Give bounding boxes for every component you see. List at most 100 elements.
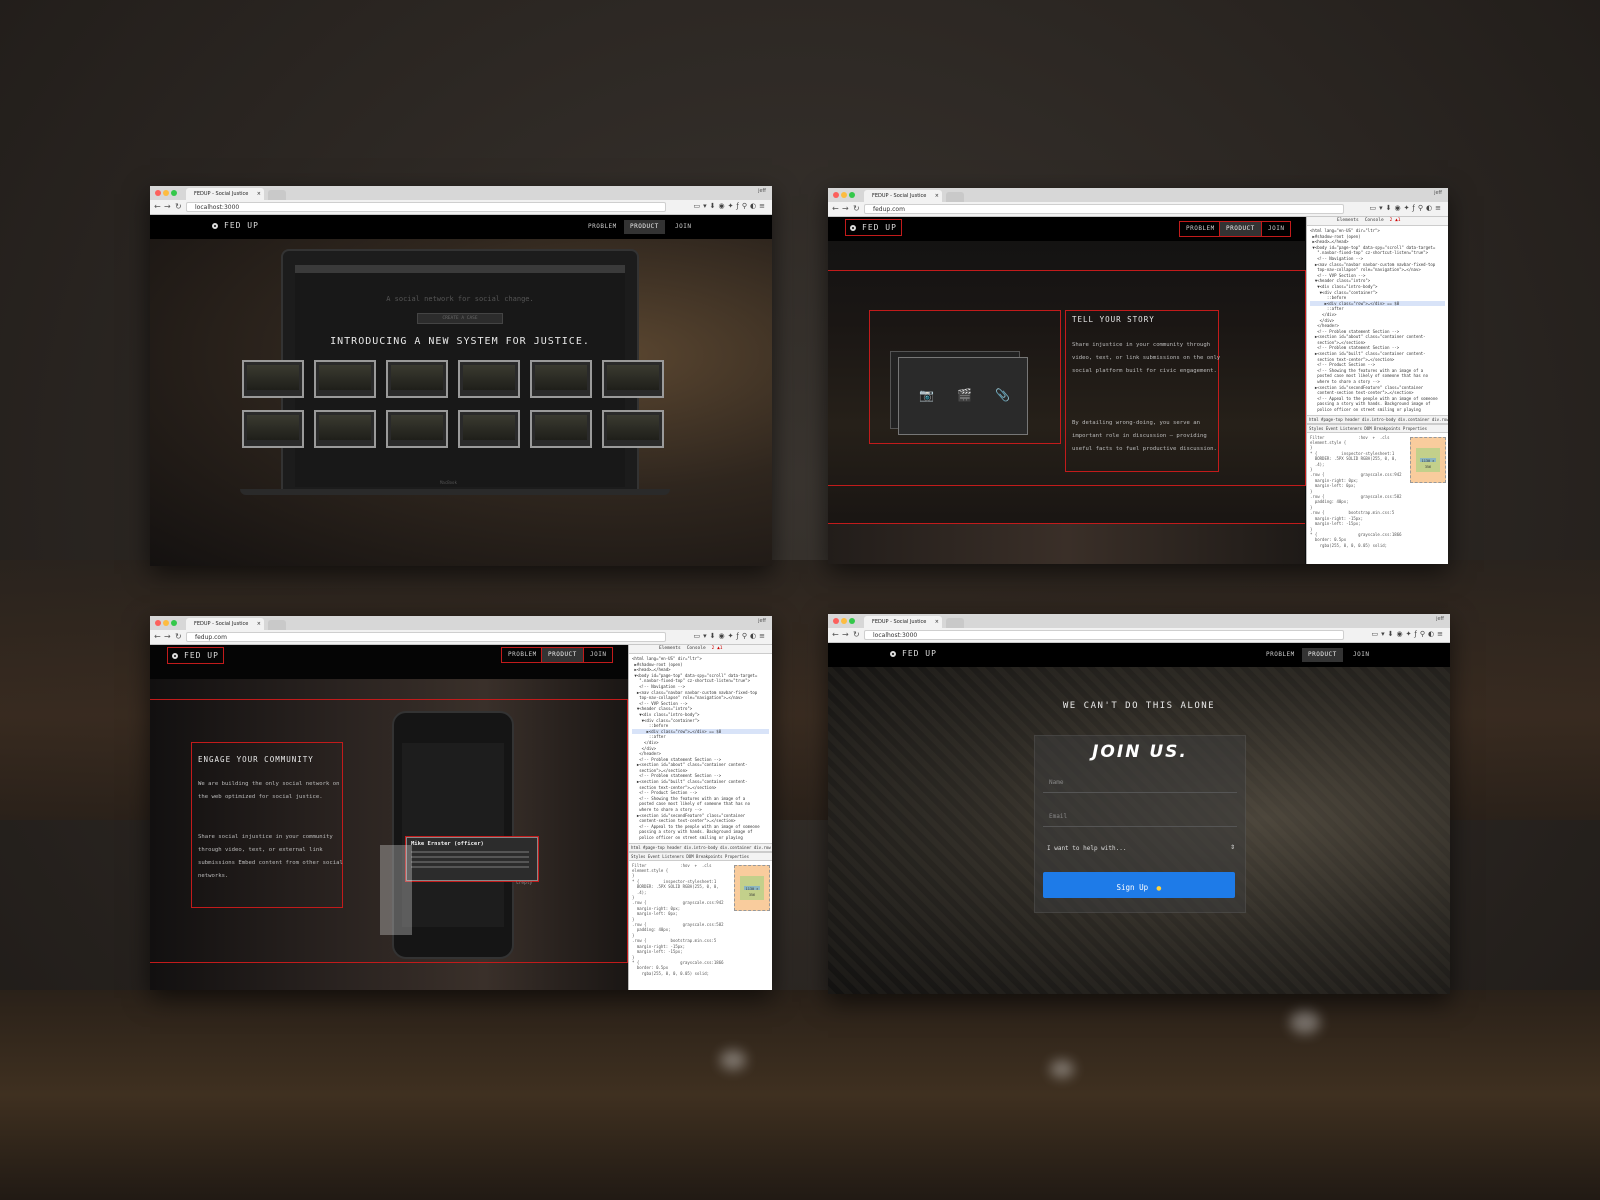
close-window-button[interactable] (833, 192, 839, 198)
help-select[interactable]: I want to help with... ⇕ (1043, 840, 1237, 858)
new-tab-button[interactable] (268, 190, 286, 200)
browser-tab[interactable]: FEDUP - Social Justice × (186, 618, 264, 630)
case-card[interactable] (386, 360, 448, 398)
nav-product[interactable]: PRODUCT (624, 220, 665, 234)
case-card[interactable] (386, 410, 448, 448)
minimize-window-button[interactable] (841, 192, 847, 198)
case-card[interactable] (242, 360, 304, 398)
nav-product[interactable]: PRODUCT (1302, 648, 1343, 662)
browser-tab[interactable]: FEDUP - Social Justice × (864, 190, 942, 202)
close-tab-icon[interactable]: × (935, 616, 939, 628)
devtools-tab-elements[interactable]: Elements (1337, 218, 1359, 223)
styles-subtabs[interactable]: Styles Event Listeners DOM Breakpoints P… (1307, 423, 1448, 433)
forward-icon[interactable]: → (164, 632, 171, 642)
reload-icon[interactable]: ↻ (853, 204, 860, 214)
devtools-tab-elements[interactable]: Elements (659, 646, 681, 651)
dom-breadcrumb[interactable]: html #page-top header div.intro-body div… (629, 842, 772, 852)
forward-icon[interactable]: → (164, 202, 171, 212)
nav-problem[interactable]: PROBLEM (1260, 648, 1301, 662)
address-bar[interactable]: localhost:3000 (186, 202, 666, 212)
close-tab-icon[interactable]: × (257, 188, 261, 200)
nav-product[interactable]: PRODUCT (541, 647, 584, 663)
reload-icon[interactable]: ↻ (175, 632, 182, 642)
attachment-icon[interactable]: 📎 (995, 388, 1010, 402)
nav-join[interactable]: JOIN (1347, 648, 1375, 662)
back-icon[interactable]: ← (832, 204, 839, 214)
extension-icons[interactable]: ▭▾⬇◉✦ƒ⚲◐≡ (693, 202, 768, 210)
case-card[interactable] (602, 410, 664, 448)
address-bar[interactable]: localhost:3000 (864, 630, 1344, 640)
minimize-window-button[interactable] (841, 618, 847, 624)
profile-name[interactable]: jeff (758, 618, 766, 624)
devtools-error-badge[interactable]: 2 ▲1 (1390, 218, 1401, 223)
video-icon[interactable]: 🎬 (957, 388, 972, 402)
reload-icon[interactable]: ↻ (853, 630, 860, 640)
email-field[interactable]: Email (1043, 808, 1237, 827)
dom-breadcrumb[interactable]: html #page-top header div.intro-body div… (1307, 414, 1448, 424)
close-window-button[interactable] (155, 190, 161, 196)
case-card[interactable] (530, 360, 592, 398)
profile-name[interactable]: jeff (758, 188, 766, 194)
nav-product[interactable]: PRODUCT (1219, 221, 1262, 237)
extension-icons[interactable]: ▭▾⬇◉✦ƒ⚲◐≡ (693, 632, 768, 640)
devtools-tab-console[interactable]: Console (1365, 218, 1384, 223)
maximize-window-button[interactable] (849, 192, 855, 198)
profile-name[interactable]: jeff (1434, 190, 1442, 196)
close-tab-icon[interactable]: × (257, 618, 261, 630)
dom-node-line[interactable]: police officer on street smiling or play… (1310, 407, 1445, 413)
nav-join[interactable]: JOIN (1260, 221, 1292, 237)
dom-node-line[interactable]: ▶<section id="built" class="container co… (1310, 351, 1445, 357)
close-tab-icon[interactable]: × (935, 190, 939, 202)
forward-icon[interactable]: → (842, 630, 849, 640)
address-bar[interactable]: fedup.com (864, 204, 1344, 214)
back-icon[interactable]: ← (832, 630, 839, 640)
reload-icon[interactable]: ↻ (175, 202, 182, 212)
create-case-button[interactable]: CREATE A CASE (417, 313, 503, 324)
case-card[interactable] (242, 410, 304, 448)
dom-node-line[interactable]: police officer on street smiling or play… (632, 835, 769, 841)
new-tab-button[interactable] (946, 618, 964, 628)
new-tab-button[interactable] (946, 192, 964, 202)
browser-tab[interactable]: FEDUP - Social Justice × (864, 616, 942, 628)
camera-icon[interactable]: 📷 (919, 388, 934, 402)
case-card[interactable] (458, 410, 520, 448)
nav-problem[interactable]: PROBLEM (1179, 221, 1222, 237)
browser-tab[interactable]: FEDUP - Social Justice × (186, 188, 264, 200)
comment-reply-link[interactable]: ↳reply (516, 881, 532, 886)
brand-logo[interactable]: FED UP (890, 649, 937, 658)
devtools-error-badge[interactable]: 2 ▲1 (712, 646, 723, 651)
brand-logo[interactable]: FED UP (167, 647, 224, 664)
new-tab-button[interactable] (268, 620, 286, 630)
maximize-window-button[interactable] (171, 190, 177, 196)
styles-subtabs[interactable]: Styles Event Listeners DOM Breakpoints P… (629, 851, 772, 861)
devtools-tab-console[interactable]: Console (687, 646, 706, 651)
nav-join[interactable]: JOIN (669, 220, 697, 234)
case-card[interactable] (458, 360, 520, 398)
signup-button[interactable]: Sign Up ● (1043, 872, 1235, 898)
nav-problem[interactable]: PROBLEM (501, 647, 544, 663)
case-card[interactable] (314, 410, 376, 448)
minimize-window-button[interactable] (163, 190, 169, 196)
case-card[interactable] (602, 360, 664, 398)
forward-icon[interactable]: → (842, 204, 849, 214)
nav-join[interactable]: JOIN (582, 647, 614, 663)
dom-tree[interactable]: <html lang="en-US" dir="ltr"> ▶#shadow-r… (629, 654, 772, 843)
profile-name[interactable]: jeff (1436, 616, 1444, 622)
dom-tree[interactable]: <html lang="en-US" dir="ltr"> ▶#shadow-r… (1307, 226, 1448, 415)
close-window-button[interactable] (833, 618, 839, 624)
nav-problem[interactable]: PROBLEM (582, 220, 623, 234)
address-bar[interactable]: fedup.com (186, 632, 666, 642)
brand-logo[interactable]: FED UP (212, 221, 259, 230)
case-card[interactable] (314, 360, 376, 398)
name-field[interactable]: Name (1043, 774, 1237, 793)
extension-icons[interactable]: ▭▾⬇◉✦ƒ⚲◐≡ (1369, 204, 1444, 212)
brand-logo[interactable]: FED UP (845, 219, 902, 236)
close-window-button[interactable] (155, 620, 161, 626)
case-card[interactable] (530, 410, 592, 448)
minimize-window-button[interactable] (163, 620, 169, 626)
maximize-window-button[interactable] (849, 618, 855, 624)
maximize-window-button[interactable] (171, 620, 177, 626)
extension-icons[interactable]: ▭▾⬇◉✦ƒ⚲◐≡ (1371, 630, 1446, 638)
back-icon[interactable]: ← (154, 202, 161, 212)
back-icon[interactable]: ← (154, 632, 161, 642)
